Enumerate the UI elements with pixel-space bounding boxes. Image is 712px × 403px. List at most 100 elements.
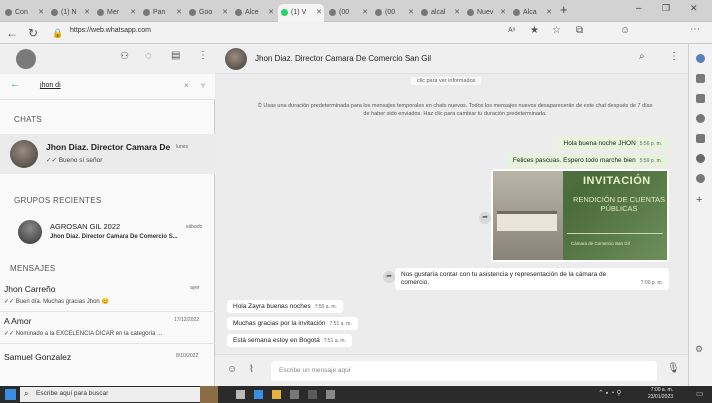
tab-favicon-icon — [421, 9, 428, 16]
collections-icon[interactable]: ⧉ — [576, 25, 583, 36]
outlook-icon[interactable] — [696, 154, 705, 163]
reload-icon[interactable]: ↻ — [28, 25, 38, 41]
message-result-row[interactable]: Jhon Carreño ayer ✓✓ Buen día. Muchas gr… — [0, 282, 215, 312]
close-tab-icon[interactable]: ✕ — [176, 4, 182, 21]
close-tab-icon[interactable]: ✕ — [362, 4, 368, 21]
browser-tab-active[interactable]: (1) V ✕ — [278, 4, 324, 22]
outgoing-message[interactable]: Hola buena noche JHON 5:56 p. m. — [557, 137, 668, 150]
new-chat-icon[interactable]: ▤ — [171, 50, 180, 61]
browser-tab[interactable]: Pan ✕ — [140, 4, 184, 21]
browser-tab[interactable]: Mer ✕ — [94, 4, 138, 21]
group-row[interactable]: AGROSAN GIL 2022 sábado Jhon Diaz. Direc… — [0, 214, 215, 254]
microphone-icon[interactable]: 🎙 — [667, 363, 680, 374]
taskbar-search-box[interactable]: ⌕ Escribe aquí para buscar — [20, 387, 200, 402]
drop-icon[interactable] — [696, 174, 705, 183]
communities-icon[interactable]: ⚇ — [120, 51, 129, 62]
groups-section-header: GRUPOS RECIENTES — [14, 196, 102, 205]
message-bubble[interactable]: Hola Zayra buenas noches 7:50 a. m. — [227, 300, 343, 313]
notifications-icon[interactable]: ▭ — [696, 389, 704, 398]
contact-avatar[interactable] — [225, 48, 247, 70]
encryption-notice[interactable]: clic para ver informados — [411, 77, 482, 85]
minimize-icon[interactable]: – — [636, 3, 642, 14]
attach-icon[interactable]: ⌇ — [249, 364, 254, 375]
message-bubble[interactable]: Muchas gracias por la invitación 7:51 a. … — [227, 317, 358, 330]
tools-icon[interactable] — [696, 94, 705, 103]
search-sidebar-icon[interactable] — [696, 54, 705, 63]
new-tab-icon[interactable]: + — [560, 2, 568, 17]
conversation-pane: Jhon Diaz. Director Camara De Comercio S… — [215, 44, 688, 386]
browser-tab[interactable]: Alce ✕ — [232, 4, 276, 21]
close-tab-icon[interactable]: ✕ — [408, 4, 414, 21]
chat-list-pane: ⚇ ◌ ▤ ⋮ ← jhon di × ▿ CHATS Jhon Diaz. D… — [0, 44, 215, 386]
reader-mode-icon[interactable]: Aᵃ — [508, 27, 515, 34]
system-tray-icons[interactable]: ⌃ ▪ ◔ ⚲ — [598, 389, 622, 397]
search-input[interactable]: jhon di — [40, 82, 61, 89]
close-tab-icon[interactable]: ✕ — [316, 4, 322, 21]
emoji-icon[interactable]: ☺ — [227, 364, 237, 375]
chat-list-header: ⚇ ◌ ▤ ⋮ — [0, 44, 215, 74]
browser-tab[interactable]: (1) N ✕ — [48, 4, 92, 21]
back-icon[interactable]: ← — [6, 25, 18, 41]
browser-tab[interactable]: Goo ✕ — [186, 4, 230, 21]
status-icon[interactable]: ◌ — [145, 50, 152, 62]
menu-icon[interactable]: ⋮ — [198, 50, 208, 61]
browser-tab[interactable]: Alca ✕ — [510, 4, 554, 21]
close-tab-icon[interactable]: ✕ — [268, 4, 274, 21]
browser-tab[interactable]: (00 ✕ — [372, 4, 416, 21]
conversation-header[interactable]: Jhon Diaz. Director Camara De Comercio S… — [215, 44, 688, 74]
back-arrow-icon[interactable]: ← — [10, 79, 20, 90]
windows-start-icon[interactable] — [5, 389, 16, 400]
favorites-icon[interactable]: ☆ — [552, 25, 561, 36]
shopping-icon[interactable] — [696, 74, 705, 83]
chat-row[interactable]: Jhon Diaz. Director Camara De C... lunes… — [0, 134, 215, 174]
app-icon[interactable] — [326, 390, 335, 399]
my-avatar[interactable] — [16, 49, 36, 69]
forward-icon[interactable]: ➦ — [479, 212, 491, 224]
tab-favicon-icon — [467, 9, 474, 16]
browser-tab[interactable]: alcal ✕ — [418, 4, 462, 21]
profile-icon[interactable]: ☺ — [620, 25, 630, 36]
disappearing-messages-notice[interactable]: ⏱ Usas una duración predeterminada para … — [257, 102, 653, 118]
add-icon[interactable]: + — [696, 194, 702, 206]
store-icon[interactable] — [290, 390, 299, 399]
office-icon[interactable] — [696, 134, 705, 143]
window-close-icon[interactable]: ✕ — [690, 3, 698, 14]
favorite-star-icon[interactable]: ★ — [530, 25, 539, 36]
restore-icon[interactable]: ❐ — [662, 3, 670, 14]
close-tab-icon[interactable]: ✕ — [38, 4, 44, 21]
incoming-message[interactable]: Nos gustaría contar con tu asistencia y … — [395, 268, 669, 290]
image-message[interactable]: INVITACIÓN RENDICIÓN DE CUENTAS PÚBLICAS… — [491, 169, 669, 262]
close-tab-icon[interactable]: ✕ — [546, 4, 552, 21]
url-field[interactable]: https://web.whatsapp.com — [70, 27, 151, 34]
mail-icon[interactable] — [308, 390, 317, 399]
menu-icon[interactable]: ⋮ — [669, 51, 679, 62]
file-explorer-icon[interactable] — [272, 390, 281, 399]
close-tab-icon[interactable]: ✕ — [222, 4, 228, 21]
close-tab-icon[interactable]: ✕ — [454, 4, 460, 21]
filter-icon[interactable]: ▿ — [201, 81, 205, 90]
outgoing-message[interactable]: Felices pascuas. Espero todo marche bien… — [506, 154, 668, 167]
search-icon[interactable]: ⌕ — [639, 51, 645, 62]
browser-tab[interactable]: Nuev ✕ — [464, 4, 508, 21]
close-tab-icon[interactable]: ✕ — [84, 4, 90, 21]
close-tab-icon[interactable]: ✕ — [130, 4, 136, 21]
more-icon[interactable]: ⋯ — [690, 24, 700, 35]
games-icon[interactable] — [696, 114, 705, 123]
clear-search-icon[interactable]: × — [184, 81, 189, 90]
tab-favicon-icon — [375, 9, 382, 16]
edge-browser-icon[interactable] — [254, 390, 263, 399]
taskbar-clock[interactable]: 7:00 a. m. 23/01/2023 — [648, 387, 673, 401]
close-tab-icon[interactable]: ✕ — [500, 4, 506, 21]
message-time: ayer — [190, 285, 200, 291]
sidebar-settings-icon[interactable]: ⚙ — [695, 344, 703, 355]
message-bubble[interactable]: Está semana estoy en Bogotá 7:51 a. m. — [227, 334, 352, 347]
forward-icon[interactable]: ➦ — [383, 271, 395, 283]
message-result-row[interactable]: A Amor 17/12/2022 ✓✓ Nominado a la EXCEL… — [0, 314, 215, 344]
browser-tab[interactable]: Con ✕ — [2, 4, 46, 21]
message-result-row[interactable]: Samuel Gonzalez 8/10/2022 — [0, 350, 215, 380]
browser-address-bar: ← ↻ 🔒 https://web.whatsapp.com Aᵃ ★ ☆ ⧉ … — [0, 22, 712, 44]
message-input[interactable]: Escribe un mensaje aquí — [271, 361, 657, 381]
browser-tab[interactable]: (00 ✕ — [326, 4, 370, 21]
weather-widget-icon[interactable] — [200, 386, 218, 403]
task-view-icon[interactable] — [236, 390, 245, 399]
